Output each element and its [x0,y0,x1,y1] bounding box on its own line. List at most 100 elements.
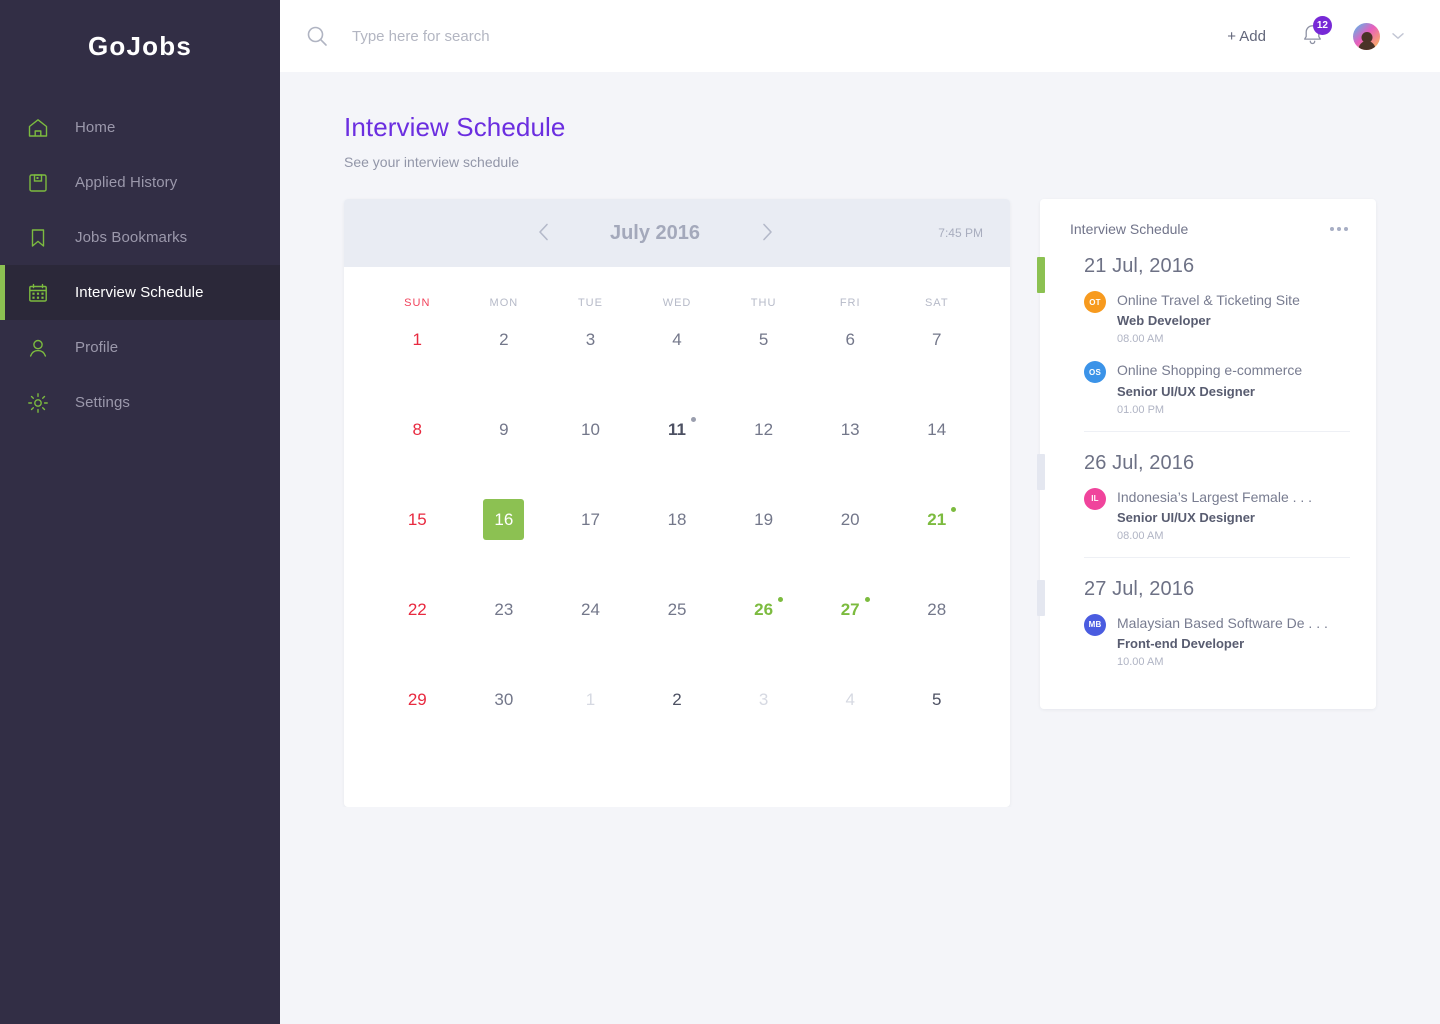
schedule-item[interactable]: MB Malaysian Based Software De . . . Front… [1084,613,1350,668]
more-options-icon[interactable] [1328,221,1350,237]
calendar-weekday-cell: TUE [547,297,634,323]
topbar-actions: + Add 12 [1217,15,1404,51]
calendar-day-cell[interactable]: 3 [720,683,807,773]
calendar-day-cell[interactable]: 1 [547,683,634,773]
company-name: Indonesia’s Largest Female . . . [1117,488,1313,505]
calendar-day-cell[interactable]: 16 [461,499,548,593]
calendar-day-cell[interactable]: 8 [374,413,461,503]
topbar: + Add 12 [280,0,1440,72]
calendar-day-cell[interactable]: 23 [461,593,548,683]
calendar-day-number: 28 [927,600,947,619]
calendar-day-cell[interactable]: 2 [461,323,548,413]
interview-time: 10.00 AM [1117,656,1164,669]
calendar-day-number: 29 [407,690,427,709]
calendar-day-cell[interactable]: 22 [374,593,461,683]
calendar-day-cell[interactable]: 20 [807,503,894,593]
calendar-weekday-cell: MON [461,297,548,323]
schedule-item[interactable]: OT Online Travel & Ticketing Site Web Deve… [1084,290,1350,345]
calendar-day-cell[interactable]: 27 [807,593,894,683]
home-icon [25,115,51,141]
calendar-weekday-label: SUN [404,297,431,309]
calendar-day-cell[interactable]: 30 [461,683,548,773]
calendar-day-cell[interactable]: 4 [807,683,894,773]
calendar-day-cell[interactable]: 4 [634,323,721,413]
bookmark-icon [25,225,51,251]
user-menu[interactable] [1353,22,1404,50]
sidebar-item-jobs-bookmarks[interactable]: Jobs Bookmarks [0,210,280,265]
calendar-day-number: 10 [580,420,600,439]
main-area: + Add 12 [280,0,1440,1024]
add-button[interactable]: + Add [1217,22,1276,51]
schedule-item[interactable]: OS Online Shopping e-commerce Senior UI/UX… [1084,360,1350,416]
calendar-week-row: 22 23 24 25 26 27 28 [374,593,980,683]
calendar-day-number: 18 [667,510,687,529]
next-month-button[interactable] [750,216,784,250]
schedule-divider [1084,556,1350,558]
calendar-day-cell[interactable]: 10 [547,413,634,503]
calendar-grid: SUN MON TUE WED THU FRI SAT 1 2 3 4 5 6 7 8 9 10 11 12 13 14… [344,267,1010,807]
brand-logo[interactable]: GoJobs [0,0,280,92]
calendar-day-number: 26 [751,597,784,620]
calendar-day-cell[interactable]: 17 [547,503,634,593]
company-avatar: OT [1084,291,1106,313]
calendar-day-number: 1 [412,330,423,349]
calendar-day-number: 12 [754,420,774,439]
calendar-day-number: 2 [499,330,509,349]
sidebar-item-interview-schedule[interactable]: Interview Schedule [0,265,280,320]
schedule-item-text: Online Shopping e-commerce Senior UI/UX D… [1117,360,1302,415]
calendar-day-cell[interactable]: 24 [547,593,634,683]
interview-time: 01.00 PM [1117,403,1165,416]
sidebar-item-label: Settings [75,394,130,411]
sidebar-item-settings[interactable]: Settings [0,375,280,430]
calendar-day-cell[interactable]: 26 [720,593,807,683]
sidebar-item-applied-history[interactable]: Applied History [0,155,280,210]
calendar-day-cell[interactable]: 5 [720,323,807,413]
calendar-day-cell[interactable]: 3 [547,323,634,413]
calendar-day-number: 3 [585,330,596,349]
calendar-day-cell[interactable]: 11 [634,413,721,503]
search-bar[interactable] [306,25,1217,47]
calendar-day-cell[interactable]: 18 [634,503,721,593]
calendar-day-cell[interactable]: 19 [720,503,807,593]
sidebar-item-profile[interactable]: Profile [0,320,280,375]
prev-month-button[interactable] [526,216,560,250]
schedule-group: 27 Jul, 2016 MB Malaysian Based Software D… [1037,578,1376,668]
calendar-day-cell[interactable]: 5 [893,683,980,773]
calendar-event-dot [691,417,697,422]
calendar-day-cell[interactable]: 2 [634,683,721,773]
calendar-day-cell[interactable]: 1 [374,323,461,413]
schedule-item-text: Online Travel & Ticketing Site Web Develo… [1117,290,1300,345]
calendar-day-cell[interactable]: 21 [893,503,980,593]
sidebar-nav: Home Applied History Jobs Bookmarks Intervi… [0,100,280,430]
schedule-panel-title: Interview Schedule [1070,221,1189,237]
schedule-date: 26 Jul, 2016 [1084,451,1195,474]
calendar-weekday-cell: SAT [893,297,980,323]
calendar-day-cell[interactable]: 7 [893,323,980,413]
schedule-item[interactable]: IL Indonesia’s Largest Female . . . Senior… [1084,487,1350,542]
calendar-day-number: 17 [580,510,600,529]
calendar-week-row: 1 2 3 4 5 6 7 [374,323,980,413]
calendar-day-cell[interactable]: 6 [807,323,894,413]
avatar [1353,22,1380,50]
notifications-button[interactable]: 12 [1302,15,1332,50]
calendar-day-cell[interactable]: 25 [634,593,721,683]
calendar-day-number: 6 [845,330,855,349]
chevron-left-icon [538,223,549,244]
schedule-date: 21 Jul, 2016 [1084,255,1195,277]
search-input[interactable] [352,27,772,45]
calendar-weekday-cell: THU [720,297,807,323]
calendar-event-dot [778,597,784,602]
calendar-day-cell[interactable]: 15 [374,503,461,593]
calendar-day-cell[interactable]: 12 [720,413,807,503]
calendar-day-number: 27 [838,597,870,620]
calendar-day-number: 2 [672,690,682,709]
calendar-day-cell[interactable]: 28 [893,593,980,683]
calendar-day-number: 7 [932,330,942,349]
calendar-day-cell[interactable]: 13 [807,413,894,503]
calendar-day-cell[interactable]: 9 [461,413,548,503]
schedule-group: 21 Jul, 2016 OT Online Travel & Ticketing … [1037,255,1376,416]
calendar-day-cell[interactable]: 29 [374,683,461,773]
calendar-event-dot [951,507,957,512]
sidebar-item-home[interactable]: Home [0,100,280,155]
calendar-day-cell[interactable]: 14 [893,413,980,503]
